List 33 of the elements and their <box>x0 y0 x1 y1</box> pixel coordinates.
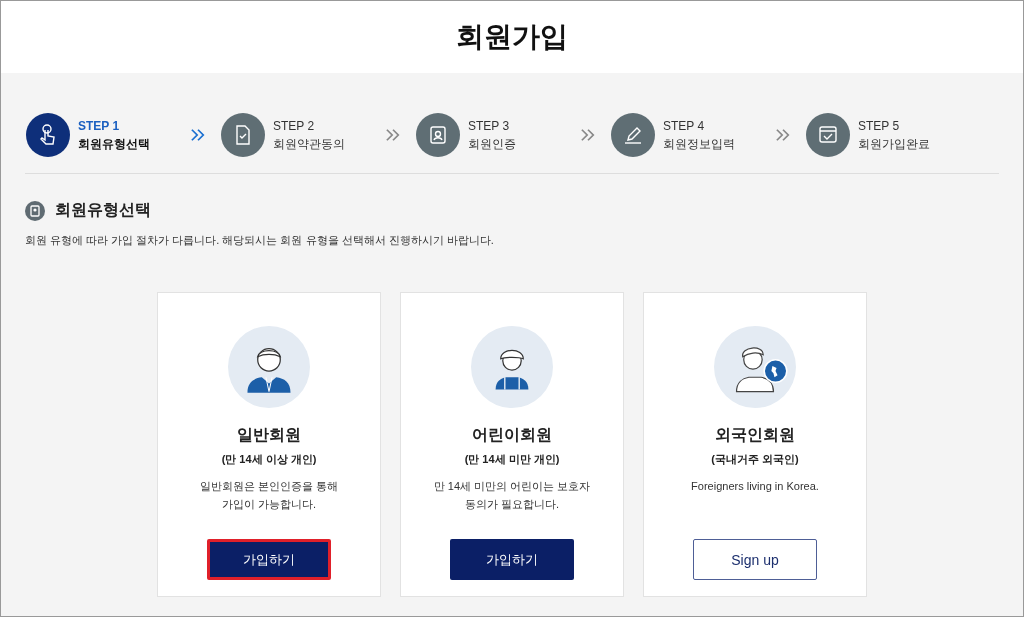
card-description: Foreigners living in Korea. <box>691 479 819 494</box>
id-badge-icon <box>25 200 45 221</box>
step-number: STEP 5 <box>858 118 901 133</box>
card-description: 일반회원은 본인인증을 통해 가입이 가능합니다. <box>199 479 339 512</box>
chevron-icon <box>775 128 791 142</box>
step-number: STEP 4 <box>663 118 706 133</box>
chevron-icon <box>190 128 206 142</box>
card-subtitle: (국내거주 외국인) <box>711 452 799 467</box>
card-description: 만 14세 미만의 어린이는 보호자 동의가 필요합니다. <box>433 479 591 512</box>
step-label: 회원정보입력 <box>663 136 735 152</box>
card-subtitle: (만 14세 미만 개인) <box>464 452 560 467</box>
card-subtitle: (만 14세 이상 개인) <box>221 452 317 467</box>
person-avatar-icon <box>228 326 310 408</box>
step-label: 회원유형선택 <box>78 136 150 152</box>
sign-up-button[interactable]: Sign up <box>693 539 817 580</box>
card-title: 외국인회원 <box>715 425 795 445</box>
sign-up-button[interactable]: 가입하기 <box>207 539 331 580</box>
sign-up-button[interactable]: 가입하기 <box>450 539 574 580</box>
step-label: 회원인증 <box>468 136 516 152</box>
step-number: STEP 1 <box>78 118 121 133</box>
step-number: STEP 3 <box>468 118 511 133</box>
chevron-icon <box>580 128 596 142</box>
section-title: 회원유형선택 <box>55 200 151 220</box>
step-label: 회원가입완료 <box>858 136 930 152</box>
person-avatar-icon <box>471 326 553 408</box>
step-number: STEP 2 <box>273 118 316 133</box>
section-description: 회원 유형에 따라 가입 절차가 다릅니다. 해당되시는 회원 유형을 선택해서 진행하시기 바랍니다. <box>25 233 495 248</box>
step-label: 회원약관동의 <box>273 136 345 152</box>
card-title: 어린이회원 <box>472 425 552 445</box>
chevron-icon <box>385 128 401 142</box>
card-title: 일반회원 <box>237 425 301 445</box>
page-title: 회원가입 <box>456 20 568 54</box>
person-avatar-icon <box>714 326 796 408</box>
